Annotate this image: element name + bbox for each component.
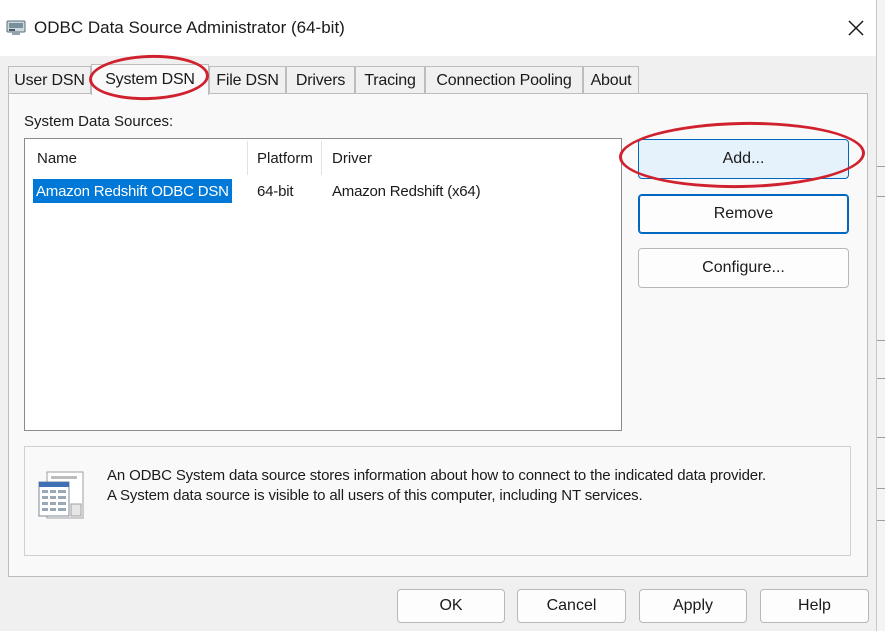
window-title: ODBC Data Source Administrator (64-bit) <box>34 18 345 37</box>
data-sources-list[interactable]: Name Platform Driver Amazon Redshift ODB… <box>24 138 622 431</box>
tab-file-dsn[interactable]: File DSN <box>209 66 286 94</box>
ok-button[interactable]: OK <box>397 589 505 623</box>
close-icon <box>848 20 864 36</box>
title-bar: ODBC Data Source Administrator (64-bit) <box>0 0 876 56</box>
odbc-admin-window: ODBC Data Source Administrator (64-bit) … <box>0 0 877 631</box>
button-label: Help <box>798 597 831 614</box>
tab-label: User DSN <box>14 71 85 89</box>
tab-label: Drivers <box>295 71 346 89</box>
column-label: Name <box>37 149 78 167</box>
tab-connection-pooling[interactable]: Connection Pooling <box>425 66 583 94</box>
info-line: A System data source is visible to all u… <box>107 487 643 504</box>
column-header-platform[interactable]: Platform <box>246 139 321 177</box>
tab-label: Connection Pooling <box>436 71 572 89</box>
button-label: Add... <box>722 150 765 167</box>
tab-user-dsn[interactable]: User DSN <box>8 66 91 94</box>
column-label: Platform <box>257 149 313 167</box>
tab-label: Tracing <box>364 71 416 89</box>
dsn-driver-cell: Amazon Redshift (x64) <box>332 182 481 200</box>
configure-button[interactable]: Configure... <box>638 248 849 288</box>
info-line: An ODBC System data source stores inform… <box>107 467 767 484</box>
button-label: Cancel <box>546 597 597 614</box>
tab-system-dsn[interactable]: System DSN <box>91 64 209 95</box>
tab-drivers[interactable]: Drivers <box>286 66 355 94</box>
apply-button[interactable]: Apply <box>639 589 747 623</box>
info-description: An ODBC System data source stores inform… <box>107 466 847 506</box>
close-button[interactable] <box>840 12 872 44</box>
remove-button[interactable]: Remove <box>638 194 849 234</box>
dsn-platform-cell: 64-bit <box>257 182 294 200</box>
data-source-document-icon <box>37 470 87 522</box>
button-label: Configure... <box>702 259 785 276</box>
tab-label: About <box>590 71 632 89</box>
tab-label: System DSN <box>105 71 195 88</box>
tab-tracing[interactable]: Tracing <box>355 66 425 94</box>
tab-label: File DSN <box>216 71 279 89</box>
button-label: OK <box>439 597 463 614</box>
add-button[interactable]: Add... <box>638 139 849 179</box>
button-label: Apply <box>672 597 714 614</box>
column-header-driver[interactable]: Driver <box>321 139 621 177</box>
odbc-admin-icon <box>6 18 26 36</box>
list-header: Name Platform Driver <box>25 139 621 177</box>
button-label: Remove <box>713 205 774 222</box>
tab-strip: User DSN System DSN File DSN Drivers Tra… <box>8 64 868 95</box>
dsn-name-cell[interactable]: Amazon Redshift ODBC DSN <box>33 179 232 203</box>
cancel-button[interactable]: Cancel <box>517 589 626 623</box>
column-header-name[interactable]: Name <box>25 139 247 177</box>
tab-about[interactable]: About <box>583 66 639 94</box>
system-data-sources-label: System Data Sources: <box>24 113 174 130</box>
help-button[interactable]: Help <box>760 589 869 623</box>
column-label: Driver <box>332 149 372 167</box>
